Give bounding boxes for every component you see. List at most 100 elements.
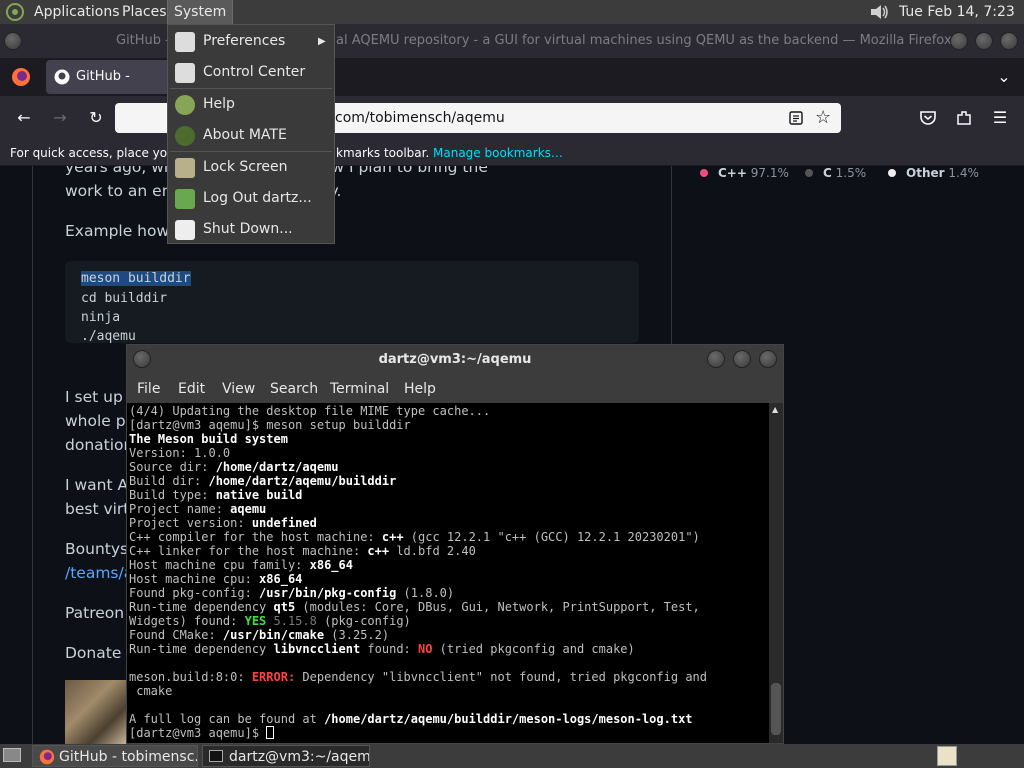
url-text: com/tobimensch/aqemu xyxy=(335,110,505,126)
terminal-menubar: File Edit View Search Terminal Help xyxy=(127,375,783,403)
menu-item-shut-down[interactable]: Shut Down... xyxy=(168,214,334,245)
system-menu: Preferences ▶ Control Center Help About … xyxy=(167,24,335,244)
terminal-maximize-button[interactable] xyxy=(733,350,751,368)
terminal-titlebar[interactable]: dartz@vm3:~/aqemu xyxy=(127,345,783,375)
log-out-icon xyxy=(175,189,195,209)
maximize-button[interactable] xyxy=(975,32,993,50)
terminal-menu-search[interactable]: Search xyxy=(270,375,318,403)
terminal-window-menu-button[interactable] xyxy=(133,350,151,368)
terminal-line: C++ linker for the host machine: c++ ld.… xyxy=(129,544,476,558)
reload-icon[interactable]: ↻ xyxy=(85,108,107,128)
terminal-line: (4/4) Updating the desktop file MIME typ… xyxy=(129,404,491,418)
mate-logo-icon[interactable] xyxy=(6,3,24,21)
window-menu-button[interactable] xyxy=(4,32,22,50)
menu-item-lock-screen[interactable]: Lock Screen xyxy=(168,152,334,183)
language-item[interactable]: C 1.5% xyxy=(805,166,866,180)
terminal-line: Project version: undefined xyxy=(129,516,317,530)
bookmarks-hint-right: kmarks toolbar. xyxy=(336,146,430,160)
menu-item-about-mate[interactable]: About MATE xyxy=(168,120,334,151)
back-icon[interactable]: ← xyxy=(13,108,35,128)
terminal-line: Project name: aqemu xyxy=(129,502,267,516)
terminal-line: A full log can be found at /home/dartz/a… xyxy=(129,712,693,726)
menu-item-log-out[interactable]: Log Out dartz... xyxy=(168,183,334,214)
terminal-menu-edit[interactable]: Edit xyxy=(178,375,205,403)
code-line: cd builddir xyxy=(81,291,168,306)
readme-text: Patreon xyxy=(65,604,125,622)
terminal-line: meson.build:8:0: ERROR: Dependency "libv… xyxy=(129,670,707,684)
shut-down-icon xyxy=(175,220,195,240)
forward-icon[interactable]: → xyxy=(49,108,71,128)
taskbar-item-firefox[interactable]: GitHub - tobimensc... xyxy=(32,745,198,767)
bountysource-link[interactable]: /teams/a xyxy=(65,564,133,582)
terminal-line: Build dir: /home/dartz/aqemu/builddir xyxy=(129,474,397,488)
terminal-line: The Meson build system xyxy=(129,432,288,446)
readme-text: whole pr xyxy=(65,412,132,430)
terminal-line: Run-time dependency libvncclient found: … xyxy=(129,642,635,656)
readme-text: donation xyxy=(65,436,134,454)
taskbar-item-terminal[interactable]: dartz@vm3:~/aqemu xyxy=(202,745,370,767)
terminal-output[interactable]: (4/4) Updating the desktop file MIME typ… xyxy=(127,403,769,743)
code-line[interactable]: meson builddir xyxy=(81,271,191,286)
bookmarks-toolbar: For quick access, place you kmarks toolb… xyxy=(0,140,1024,166)
language-item[interactable]: C++ 97.1% xyxy=(700,166,789,180)
menu-item-help[interactable]: Help xyxy=(168,89,334,120)
terminal-line: cmake xyxy=(129,684,173,698)
scroll-up-icon[interactable]: ▲ xyxy=(772,405,778,414)
terminal-scroll-thumb[interactable] xyxy=(771,683,781,735)
preferences-icon xyxy=(175,32,195,52)
readme-text: I want A xyxy=(65,476,129,494)
terminal-line: Host machine cpu: x86_64 xyxy=(129,572,303,586)
volume-icon[interactable] xyxy=(868,2,890,22)
terminal-cursor xyxy=(266,726,275,739)
help-icon xyxy=(175,95,195,115)
terminal-line: Found pkg-config: /usr/bin/pkg-config (1… xyxy=(129,586,455,600)
reader-view-icon[interactable] xyxy=(789,111,803,125)
extensions-icon[interactable] xyxy=(955,109,973,127)
code-block: meson builddir cd builddir ninja ./aqemu xyxy=(65,261,639,344)
firefox-titlebar[interactable]: GitHub - al AQEMU repository - a GUI for… xyxy=(0,24,1024,58)
code-line: ninja xyxy=(81,310,121,325)
workspace-switcher-icon[interactable] xyxy=(937,746,957,766)
terminal-title: dartz@vm3:~/aqemu xyxy=(378,352,532,367)
language-item[interactable]: Other 1.4% xyxy=(888,166,979,180)
about-mate-icon xyxy=(175,126,195,146)
show-desktop-icon[interactable] xyxy=(3,748,21,762)
terminal-line: [dartz@vm3 aqemu]$ meson setup builddir xyxy=(129,418,411,432)
bookmarks-hint-left: For quick access, place you xyxy=(10,146,175,160)
manage-bookmarks-link[interactable]: Manage bookmarks… xyxy=(433,140,563,166)
terminal-line: Host machine cpu family: x86_64 xyxy=(129,558,353,572)
github-icon xyxy=(54,69,70,85)
terminal-icon xyxy=(209,750,223,762)
terminal-prompt[interactable]: [dartz@vm3 aqemu]$ xyxy=(129,726,275,740)
submenu-arrow-icon: ▶ xyxy=(318,36,326,47)
tab-github[interactable]: GitHub - tobime xyxy=(46,60,176,118)
readme-text: Donate v xyxy=(65,644,136,662)
terminal-menu-help[interactable]: Help xyxy=(404,375,436,403)
menu-item-control-center[interactable]: Control Center xyxy=(168,57,334,88)
minimize-button[interactable] xyxy=(950,32,968,50)
applications-menu[interactable]: Applications xyxy=(28,0,126,24)
window-title-right: al AQEMU repository - a GUI for virtual … xyxy=(336,33,952,48)
terminal-menu-file[interactable]: File xyxy=(137,375,160,403)
firefox-tabbar: GitHub - tobime ⌄ xyxy=(0,58,1024,118)
window-title-left: GitHub - xyxy=(116,33,170,48)
terminal-menu-terminal[interactable]: Terminal xyxy=(330,375,389,403)
terminal-scrollbar[interactable]: ▲ xyxy=(769,403,783,743)
terminal-minimize-button[interactable] xyxy=(707,350,725,368)
terminal-close-button[interactable] xyxy=(759,350,777,368)
app-menu-icon[interactable]: ☰ xyxy=(989,108,1011,128)
menu-item-preferences[interactable]: Preferences ▶ xyxy=(168,26,334,57)
system-menu-button[interactable]: System xyxy=(167,0,234,24)
close-button[interactable] xyxy=(1000,32,1018,50)
clock[interactable]: Tue Feb 14, 7:23 PM xyxy=(899,0,1024,44)
terminal-window: dartz@vm3:~/aqemu File Edit View Search … xyxy=(126,344,784,744)
bookmark-star-icon[interactable]: ☆ xyxy=(815,103,831,133)
places-menu[interactable]: Places xyxy=(116,0,173,24)
firefox-icon[interactable] xyxy=(11,67,31,87)
pocket-icon[interactable] xyxy=(919,109,937,127)
code-line: ./aqemu xyxy=(81,329,136,344)
terminal-menu-view[interactable]: View xyxy=(222,375,255,403)
list-all-tabs-icon[interactable]: ⌄ xyxy=(993,67,1015,87)
terminal-line: Version: 1.0.0 xyxy=(129,446,231,460)
terminal-line: Build type: native build xyxy=(129,488,303,502)
